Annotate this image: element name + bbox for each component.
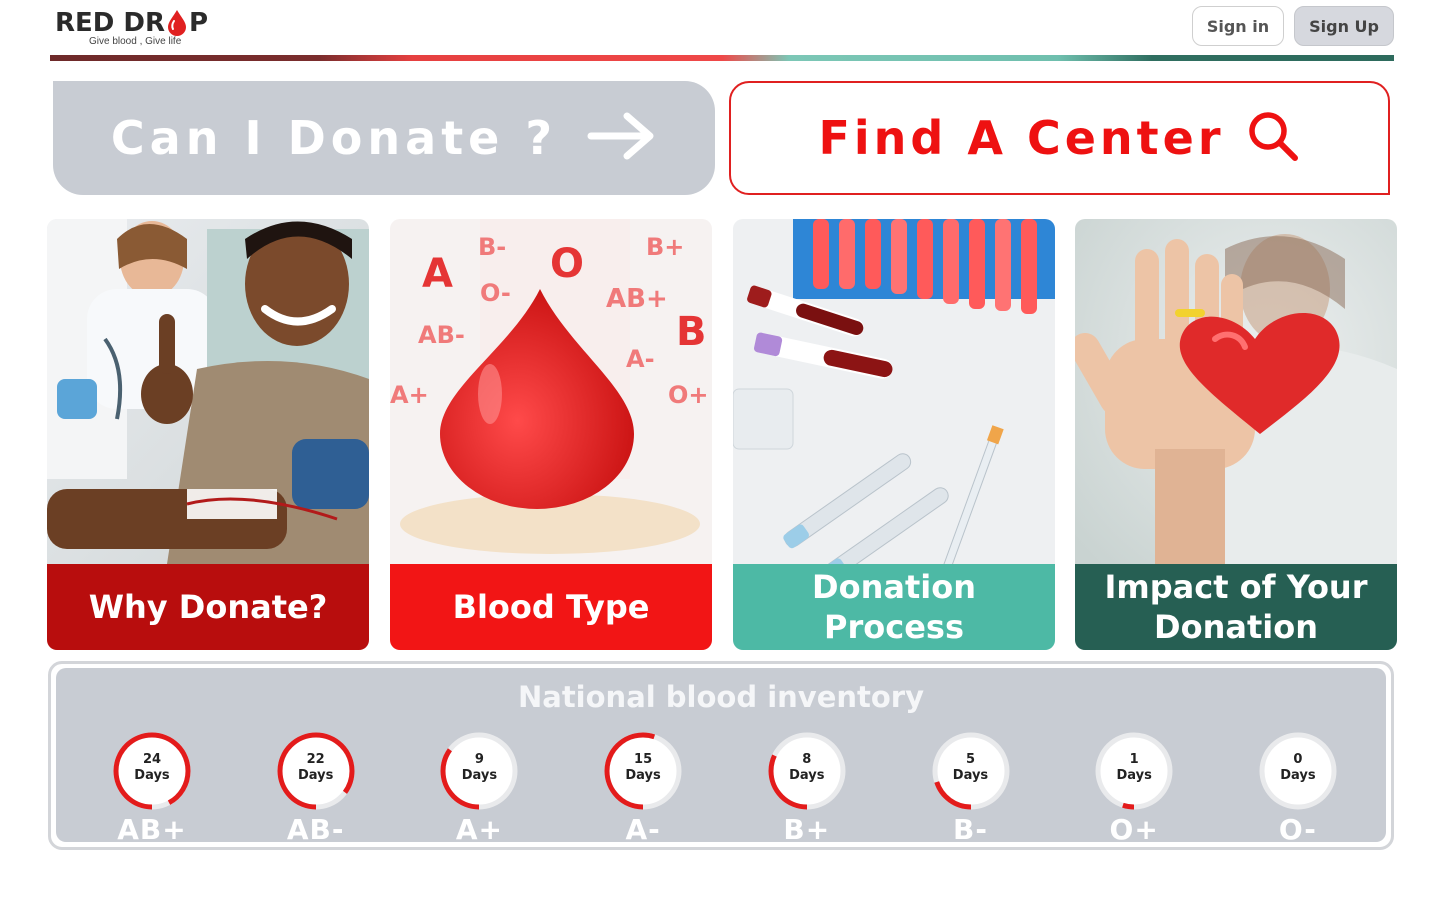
days-unit: Days (952, 768, 989, 783)
inventory-gauge: 5 Days (931, 731, 1011, 811)
blood-type-label: AB+ (117, 813, 187, 846)
header-divider (50, 55, 1394, 61)
sign-in-button[interactable]: Sign in (1191, 6, 1285, 46)
inventory-gauge: 8 Days (767, 731, 847, 811)
blood-type-title: Blood Type (452, 588, 650, 626)
why-donate-card[interactable]: Why Donate? (47, 219, 369, 650)
brand-name-part2: P (189, 8, 209, 38)
test-tubes-image (733, 219, 1055, 564)
inventory-item: 22 Days AB- (266, 731, 366, 846)
blood-type-label-ab-pos: AB+ (606, 284, 668, 314)
inventory-gauge: 1 Days (1094, 731, 1174, 811)
days-unit: Days (134, 768, 170, 783)
inventory-gauge: 15 Days (603, 731, 683, 811)
brand-name-part1: RED DR (55, 8, 166, 38)
days-count: 22 (306, 752, 325, 767)
blood-type-label-b-pos: B+ (646, 233, 684, 261)
days-unit: Days (1280, 768, 1316, 783)
blood-type-label-a: A (422, 251, 453, 297)
inventory-item: 15 Days A- (593, 731, 693, 846)
gauge-days-text: 9 Days (439, 752, 519, 784)
can-i-donate-button[interactable]: Can I Donate ? (53, 81, 715, 195)
blood-type-label: A+ (455, 813, 503, 846)
days-count: 15 (634, 752, 653, 767)
blood-drop-logo-icon (166, 9, 188, 37)
brand-tagline: Give blood , Give life (89, 36, 182, 47)
blood-type-card[interactable]: A B- O B+ O- AB+ B AB- A- A+ O+ Blood Ty… (390, 219, 712, 650)
impact-footer: Impact of Your Donation (1075, 564, 1397, 650)
gauge-days-text: 15 Days (603, 752, 683, 784)
days-count: 1 (1129, 752, 1139, 767)
blood-type-label-a-pos: A+ (390, 381, 429, 409)
blood-type-label-a-neg: A- (626, 345, 655, 373)
days-count: 9 (474, 752, 484, 767)
inventory-gauge: 24 Days (112, 731, 192, 811)
impact-card[interactable]: Impact of Your Donation (1075, 219, 1397, 650)
inventory-gauge: 9 Days (439, 731, 519, 811)
inventory-gauge: 22 Days (276, 731, 356, 811)
impact-title: Impact of Your Donation (1104, 568, 1368, 646)
gauge-days-text: 0 Days (1258, 752, 1338, 784)
days-count: 0 (1293, 752, 1303, 767)
donation-process-card[interactable]: Donation Process (733, 219, 1055, 650)
why-donate-title: Why Donate? (88, 588, 328, 626)
why-donate-footer: Why Donate? (47, 564, 369, 650)
blood-type-label: A- (625, 813, 661, 846)
blood-type-image: A B- O B+ O- AB+ B AB- A- A+ O+ (390, 219, 712, 564)
gauge-days-text: 1 Days (1094, 752, 1174, 784)
can-i-donate-label: Can I Donate ? (110, 111, 558, 165)
inventory-title: National blood inventory (517, 680, 924, 714)
blood-type-label-o-pos: O+ (668, 381, 709, 409)
inventory-item: 0 Days O- (1248, 731, 1348, 846)
sign-up-button[interactable]: Sign Up (1294, 6, 1394, 46)
donation-process-title: Donation Process (812, 568, 976, 646)
inventory-item: 24 Days AB+ (102, 731, 202, 846)
inventory-item: 9 Days A+ (429, 731, 529, 846)
blood-type-label-b: B (676, 309, 707, 355)
gauge-days-text: 22 Days (276, 752, 356, 784)
blood-type-label-b-neg: B- (478, 233, 506, 261)
find-a-center-label: Find A Center (818, 111, 1225, 165)
smiling-donor-image (47, 219, 369, 564)
brand-logo[interactable]: RED DR P Give blood , Give life (55, 6, 245, 50)
gauge-days-text: 5 Days (931, 752, 1011, 784)
days-unit: Days (789, 768, 825, 783)
blood-type-label: O- (1278, 813, 1317, 846)
donation-process-footer: Donation Process (733, 564, 1055, 650)
days-count: 8 (802, 752, 812, 767)
inventory-item: 8 Days B+ (757, 731, 857, 846)
blood-type-label-o: O (550, 241, 584, 287)
find-a-center-button[interactable]: Find A Center (729, 81, 1390, 195)
inventory-gauge: 0 Days (1258, 731, 1338, 811)
blood-type-label: B- (953, 813, 988, 846)
days-unit: Days (1116, 768, 1152, 783)
days-unit: Days (461, 768, 498, 783)
site-header: RED DR P Give blood , Give life Sign in … (0, 0, 1440, 62)
blood-type-label: AB- (286, 813, 345, 846)
blood-type-label-o-neg: O- (480, 279, 511, 307)
days-unit: Days (297, 768, 334, 783)
days-unit: Days (625, 768, 661, 783)
arrow-right-icon (587, 111, 657, 165)
gauge-days-text: 24 Days (112, 752, 192, 784)
national-inventory: National blood inventory 24 Days AB+ 22 Days… (56, 668, 1386, 846)
blood-type-label: O+ (1109, 813, 1159, 846)
hand-heart-image (1075, 219, 1397, 564)
gauge-days-text: 8 Days (767, 752, 847, 784)
search-icon (1245, 108, 1301, 168)
blood-type-footer: Blood Type (390, 564, 712, 650)
inventory-item: 5 Days B- (921, 731, 1021, 846)
auth-buttons: Sign in Sign Up (1191, 6, 1394, 46)
blood-type-label: B+ (783, 813, 831, 846)
days-count: 5 (965, 752, 976, 767)
national-inventory-panel: National blood inventory 24 Days AB+ 22 Days… (48, 661, 1394, 850)
inventory-item: 1 Days O+ (1084, 731, 1184, 846)
days-count: 24 (142, 752, 162, 767)
blood-type-label-ab-neg: AB- (418, 321, 465, 349)
brand-wordmark: RED DR P (55, 6, 245, 40)
